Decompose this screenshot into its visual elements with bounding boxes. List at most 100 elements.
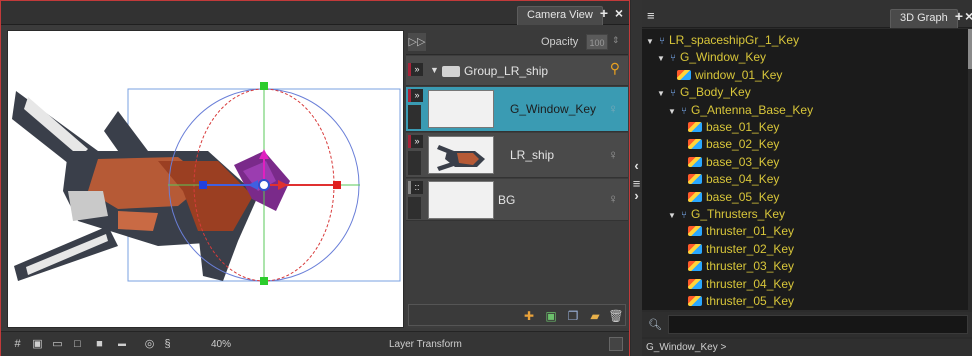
group-peg-icon: ⚲: [609, 60, 620, 76]
delete-icon[interactable]: 🗑: [608, 308, 624, 324]
search-input[interactable]: [668, 315, 968, 334]
layer-row[interactable]: :: BG ♀: [406, 179, 628, 221]
tree-peg-node[interactable]: thruster_02_Key: [679, 242, 794, 259]
peg-node-icon: [688, 278, 702, 289]
peg-link-icon[interactable]: ♀: [608, 101, 618, 116]
eye-icon[interactable]: ◎: [143, 338, 156, 350]
tree-node-label: window_01_Key: [695, 67, 783, 82]
layer-drag-handle[interactable]: »: [408, 89, 423, 102]
plus-icon[interactable]: +: [952, 9, 966, 24]
tab-3d-graph[interactable]: 3D Graph: [890, 9, 958, 28]
collapse-caret-icon[interactable]: ▼: [668, 107, 677, 116]
duplicate-icon[interactable]: ❐: [565, 308, 581, 324]
layer-drag-handle[interactable]: »: [408, 63, 423, 76]
tree-peg-node[interactable]: thruster_05_Key: [679, 294, 794, 310]
layer-row-group[interactable]: » ▼ Group_LR_ship ⚲: [406, 56, 628, 86]
tree-group-node[interactable]: ▼ ⑂ G_Thrusters_Key: [668, 207, 785, 224]
tree-node-label: G_Thrusters_Key: [691, 207, 786, 221]
group-node-icon: ⑂: [670, 53, 676, 65]
tree-node-label: base_04_Key: [706, 172, 780, 187]
timecode-icon[interactable]: ▬: [113, 338, 131, 350]
pivot-icon[interactable]: §: [161, 338, 174, 350]
group-icon[interactable]: ▰: [587, 308, 603, 324]
group-node-icon: ⑂: [681, 210, 687, 221]
tree-peg-node[interactable]: thruster_01_Key: [679, 224, 794, 241]
peg-link-icon[interactable]: ♀: [608, 147, 618, 162]
collapse-caret-icon[interactable]: ▼: [430, 65, 439, 75]
layer-row-selected[interactable]: » G_Window_Key ♀: [406, 87, 628, 132]
layer-panel-toolbar: ✚ ▣ ❐ ▰ 🗑: [408, 304, 626, 326]
opacity-label: Opacity: [541, 36, 579, 48]
close-icon[interactable]: ×: [612, 6, 626, 21]
fullscreen-icon[interactable]: ■: [93, 338, 106, 350]
layer-row[interactable]: » LR_ship ♀: [406, 133, 628, 178]
tree-peg-node[interactable]: base_02_Key: [679, 137, 779, 154]
zoom-level[interactable]: 40%: [211, 339, 231, 350]
layer-thumbnail: [428, 181, 494, 219]
grid-icon[interactable]: #: [11, 338, 24, 350]
camera-status-bar: # ▣ ▭ □ ■ ▬ ◎ § 40% Layer Transform: [1, 331, 629, 356]
peg-node-icon: [688, 156, 702, 167]
chevron-right-icon[interactable]: ›: [631, 188, 642, 204]
collapse-caret-icon[interactable]: ▼: [646, 37, 655, 46]
layer-panel: ▷▷ Opacity 100 ⇕ » ▼ Group_LR_ship ⚲ » G…: [406, 30, 628, 328]
chevron-left-icon[interactable]: ‹: [631, 158, 642, 174]
tree-node-label: base_05_Key: [706, 189, 780, 204]
tree-peg-node[interactable]: thruster_04_Key: [679, 277, 794, 294]
panel-splitter[interactable]: ‹ ≡ ›: [631, 0, 642, 356]
tree-peg-node[interactable]: window_01_Key: [668, 68, 782, 85]
collapse-caret-icon[interactable]: ▼: [657, 54, 666, 63]
onion-skin-icon[interactable]: ▭: [51, 338, 64, 350]
tree-scrollbar[interactable]: [968, 29, 972, 310]
group-node-icon: ⑂: [659, 36, 665, 47]
layer-name: BG: [498, 193, 516, 207]
frame-icon[interactable]: □: [71, 338, 84, 350]
plus-icon[interactable]: +: [597, 6, 611, 21]
scrollbar-thumb[interactable]: [968, 29, 972, 69]
tree-peg-node[interactable]: base_05_Key: [679, 190, 779, 207]
layer-name: G_Window_Key: [510, 102, 597, 116]
tree-group-node[interactable]: ▼ ⑂ G_Body_Key: [657, 85, 751, 102]
add-drawing-icon[interactable]: ▣: [543, 308, 559, 324]
layer-drag-handle[interactable]: »: [408, 135, 423, 148]
tree-node-label: thruster_04_Key: [706, 276, 795, 291]
peg-node-icon: [677, 69, 691, 80]
tree-group-node[interactable]: ▼ ⑂ LR_spaceshipGr_1_Key: [646, 33, 799, 50]
peg-node-icon: [688, 139, 702, 150]
folder-icon: [442, 66, 460, 77]
close-icon[interactable]: ×: [965, 10, 972, 24]
collapse-caret-icon[interactable]: ▼: [657, 89, 666, 98]
tree-node-label: G_Window_Key: [680, 50, 767, 65]
menu-icon[interactable]: ≡: [647, 8, 655, 23]
opacity-input[interactable]: 100: [586, 34, 608, 50]
tree-peg-node[interactable]: thruster_03_Key: [679, 259, 794, 276]
peg-node-icon: [688, 191, 702, 202]
tree-node-label: base_01_Key: [706, 120, 780, 134]
tree-group-node[interactable]: ▼ ⑂ G_Antenna_Base_Key: [668, 103, 813, 120]
layer-panel-header: ▷▷ Opacity 100 ⇕: [406, 30, 628, 55]
layer-thumbnail: [428, 136, 494, 174]
camera-view-panel: Camera View + × ▷▷ Opacity 100 ⇕ » ▼ Gro…: [0, 0, 630, 356]
peg-node-icon: [688, 296, 702, 306]
peg-node-icon: [688, 243, 702, 254]
tree-node-label: LR_spaceshipGr_1_Key: [669, 33, 800, 47]
safe-area-icon[interactable]: ▣: [31, 338, 44, 350]
tree-peg-node[interactable]: base_03_Key: [679, 155, 779, 172]
peg-node-icon: [688, 122, 702, 132]
status-toggle[interactable]: [609, 337, 623, 351]
layer-drag-handle[interactable]: ::: [408, 181, 423, 194]
expand-layers-icon[interactable]: ▷▷: [408, 33, 426, 51]
graph-tree: ▼ ⑂ LR_spaceshipGr_1_Key ▼ ⑂ G_Window_Key wind…: [642, 29, 968, 310]
add-peg-icon[interactable]: ✚: [521, 308, 537, 324]
tab-camera-view[interactable]: Camera View: [517, 6, 603, 25]
peg-link-icon[interactable]: ♀: [608, 191, 618, 206]
camera-viewport[interactable]: [7, 30, 404, 328]
camera-view-tabbar: Camera View + ×: [1, 1, 629, 25]
collapse-caret-icon[interactable]: ▼: [668, 211, 677, 220]
tree-peg-node[interactable]: base_01_Key: [679, 120, 779, 137]
group-node-icon: ⑂: [681, 105, 687, 117]
tree-peg-node[interactable]: base_04_Key: [679, 172, 779, 189]
tree-group-node[interactable]: ▼ ⑂ G_Window_Key: [657, 50, 766, 67]
opacity-spinner-icon[interactable]: ⇕: [612, 35, 620, 46]
layer-name: LR_ship: [510, 148, 555, 162]
